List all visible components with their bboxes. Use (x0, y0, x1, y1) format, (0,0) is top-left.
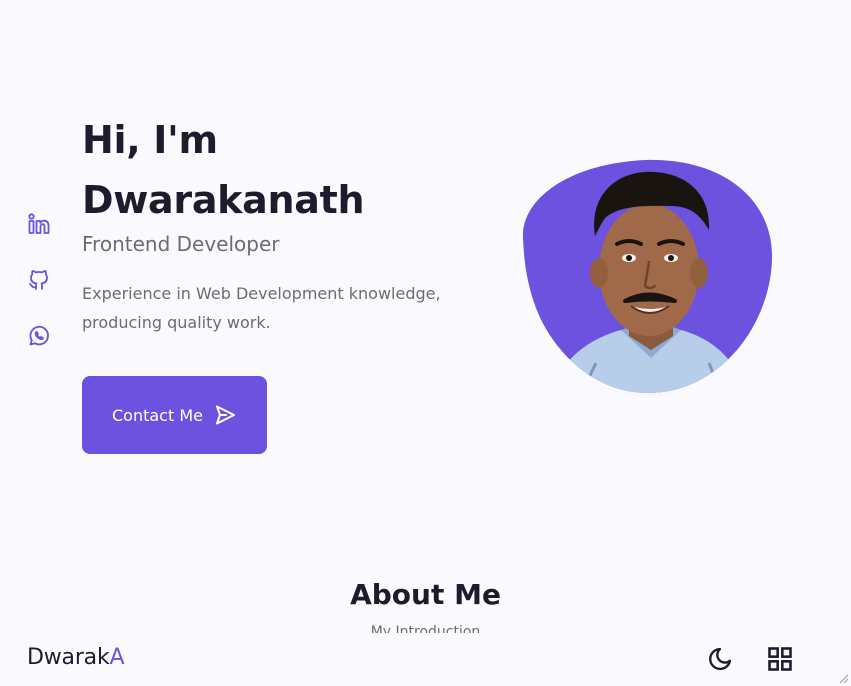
whatsapp-icon (29, 325, 49, 346)
github-link[interactable] (27, 268, 51, 292)
profile-image (522, 159, 773, 394)
send-icon (215, 405, 235, 425)
logo-accent: A (109, 645, 125, 670)
site-logo[interactable]: DwarakA (27, 645, 125, 670)
portfolio-page: Hi, I'm Dwarakanath Frontend Developer E… (0, 0, 851, 686)
hero-name: Dwarakanath (82, 178, 365, 222)
grid-icon (768, 647, 792, 671)
hero-subtitle: Frontend Developer (82, 232, 280, 256)
hero-title: Hi, I'm Dwarakanath (82, 110, 365, 230)
whatsapp-link[interactable] (27, 324, 51, 348)
moon-icon (709, 647, 732, 671)
about-subtitle: My Introduction (370, 624, 481, 633)
hero-greeting: Hi, I'm (82, 118, 218, 162)
github-icon (29, 270, 48, 290)
theme-toggle-button[interactable] (706, 645, 734, 673)
logo-main: Dwarak (27, 645, 110, 670)
contact-me-button[interactable]: Contact Me (82, 376, 267, 454)
hero-description: Experience in Web Development knowledge,… (82, 284, 441, 332)
about-title: About Me (350, 578, 501, 611)
social-links (27, 212, 51, 348)
bottom-nav: DwarakA (0, 633, 851, 686)
menu-toggle-button[interactable] (766, 645, 794, 673)
linkedin-link[interactable] (27, 212, 51, 236)
linkedin-icon (28, 213, 50, 234)
resize-grip-icon[interactable] (839, 674, 849, 684)
contact-me-label: Contact Me (112, 405, 203, 425)
